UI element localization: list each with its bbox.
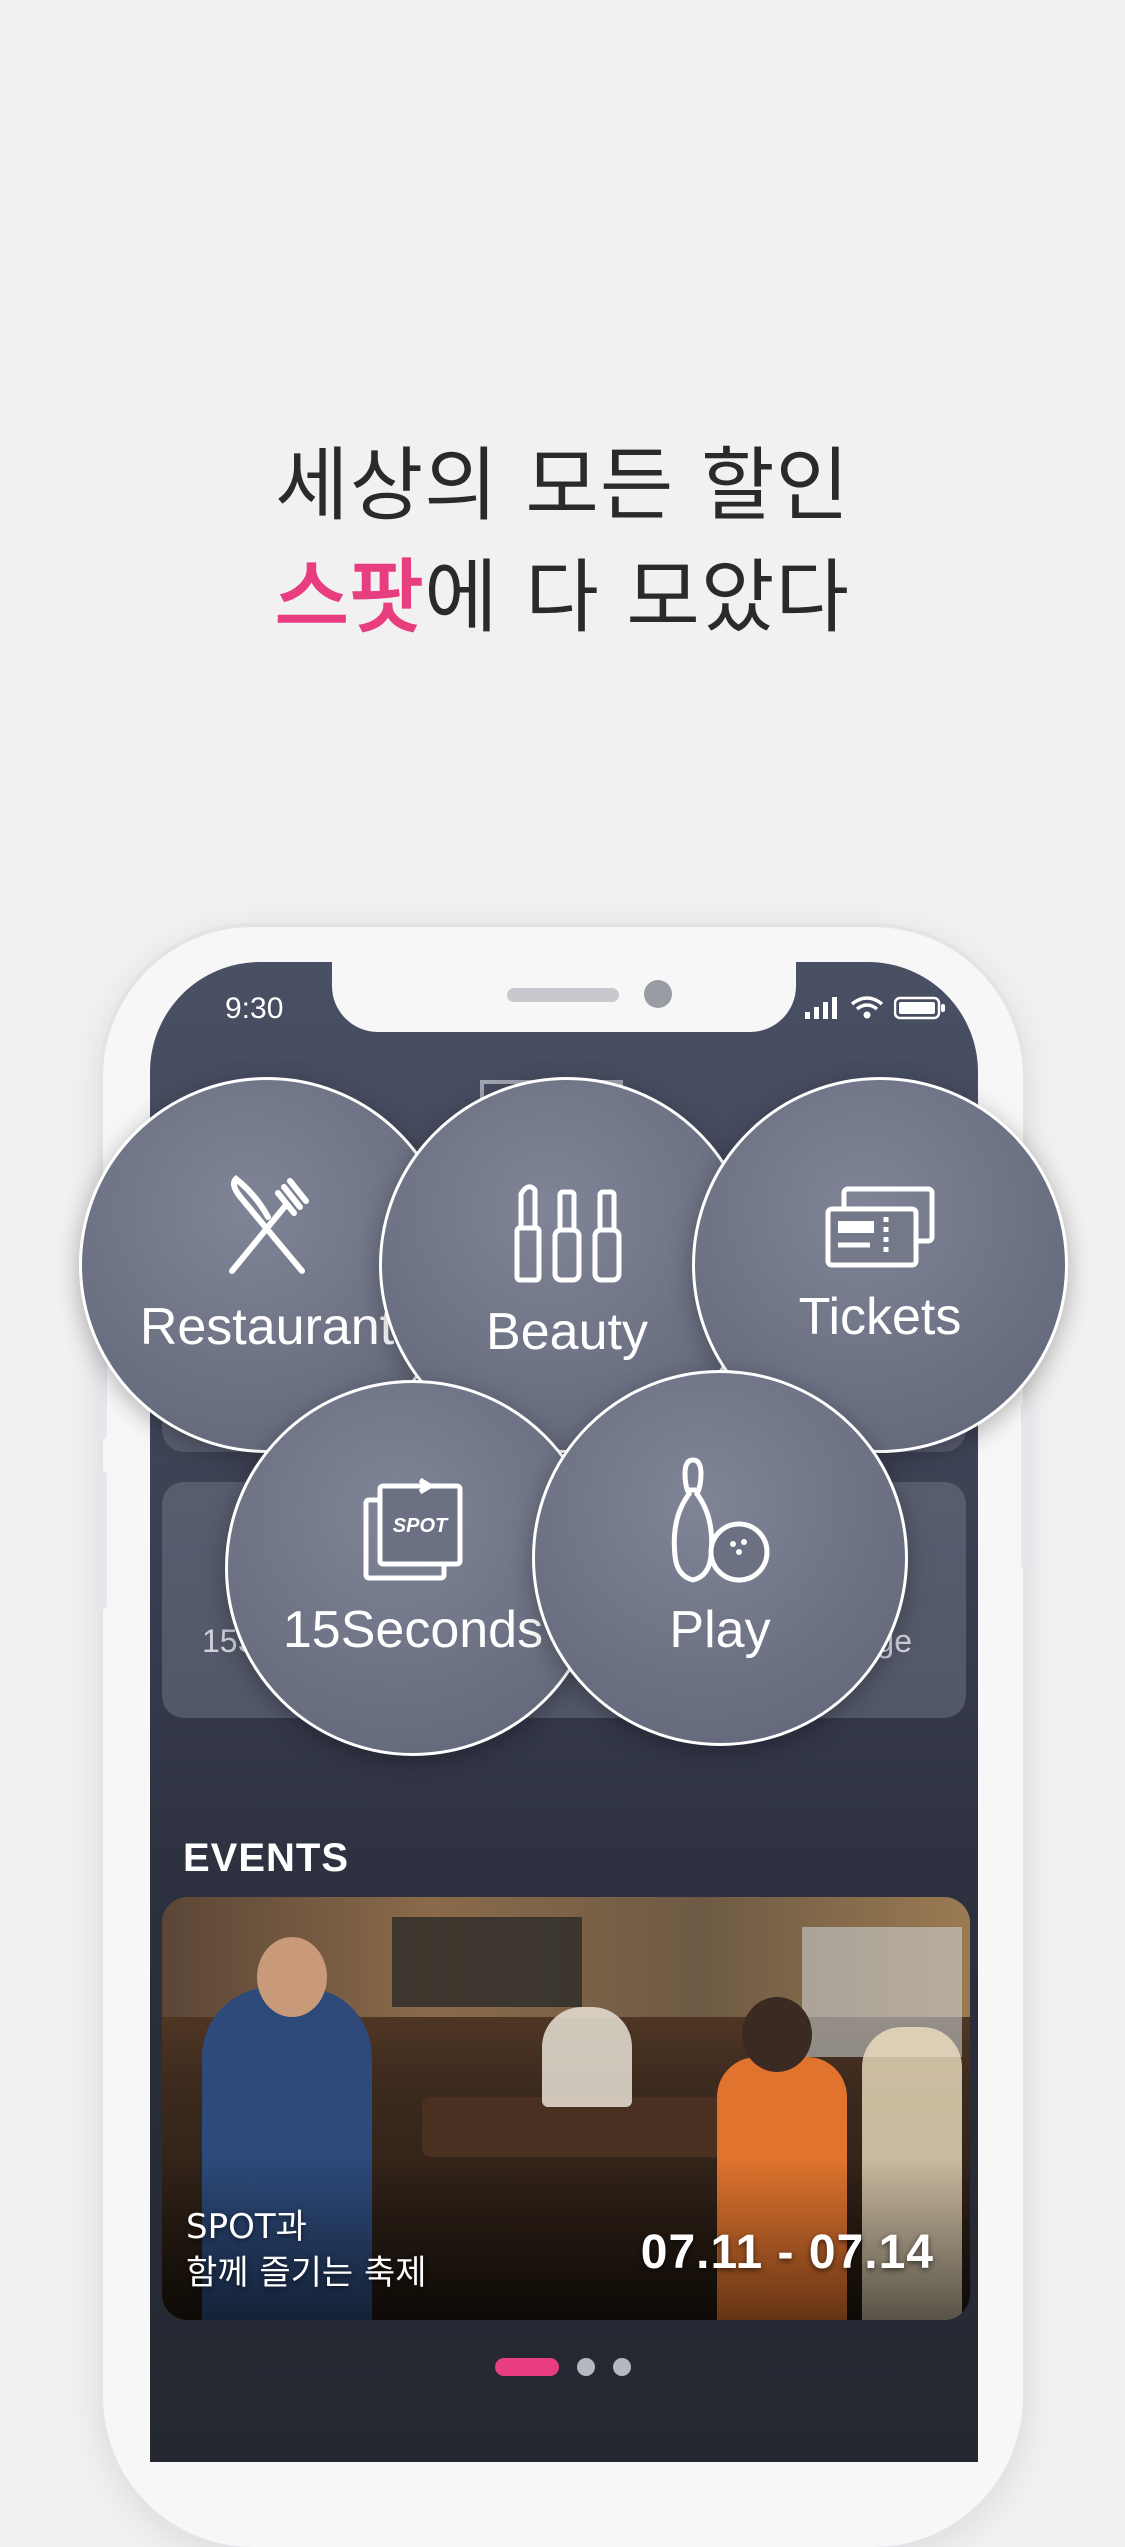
events-section-title: EVENTS	[183, 1836, 350, 1880]
category-label: Restaurant	[139, 1298, 395, 1356]
status-time: 9:30	[225, 992, 284, 1025]
power-button	[1021, 1400, 1033, 1570]
headline-accent: 스팟	[274, 551, 425, 644]
person-head	[742, 1997, 812, 2072]
event-text-line1: SPOT과	[186, 2207, 307, 2247]
headline-line2: 스팟에 다 모았다	[0, 542, 1125, 654]
event-date: 07.11 - 07.14	[640, 2226, 934, 2279]
category-play[interactable]: Play	[532, 1370, 908, 1746]
signal-icon	[805, 997, 837, 1019]
battery-icon	[894, 996, 945, 1020]
event-banner[interactable]: SPOT과 함께 즐기는 축제 07.11 - 07.14	[162, 1897, 970, 2320]
category-label: 15Seconds	[282, 1601, 544, 1659]
event-text-line2: 함께 즐기는 축제	[186, 2253, 427, 2293]
notch	[332, 962, 796, 1032]
front-camera	[644, 980, 672, 1008]
fork-knife-icon	[229, 1174, 309, 1274]
page-dot[interactable]	[576, 2358, 595, 2376]
category-label: Play	[669, 1601, 771, 1659]
category-label: Beauty	[486, 1303, 648, 1361]
status-icons	[804, 996, 946, 1020]
headline-line2-rest: 에 다 모았다	[424, 551, 851, 644]
volume-button	[95, 1470, 107, 1610]
speaker	[507, 988, 619, 1002]
person-silhouette	[542, 2007, 632, 2107]
page-dot-active[interactable]	[494, 2358, 559, 2376]
person-head	[257, 1937, 327, 2017]
category-label: Tickets	[798, 1288, 962, 1346]
bowling-icon	[671, 1457, 770, 1583]
spot-cards-icon: SPOT	[363, 1477, 463, 1581]
headline-line1: 세상의 모든 할인	[274, 439, 851, 532]
tickets-icon	[825, 1186, 935, 1268]
menu-board	[392, 1917, 582, 2007]
spot-icon-text: SPOT	[393, 1515, 449, 1537]
headline: 세상의 모든 할인 스팟에 다 모았다	[0, 430, 1125, 654]
wifi-icon	[850, 996, 884, 1019]
pagination-dots	[0, 2358, 1125, 2376]
cosmetics-icon	[514, 1184, 622, 1283]
page-dot[interactable]	[612, 2358, 631, 2376]
event-description: SPOT과 함께 즐기는 축제	[186, 2204, 427, 2296]
